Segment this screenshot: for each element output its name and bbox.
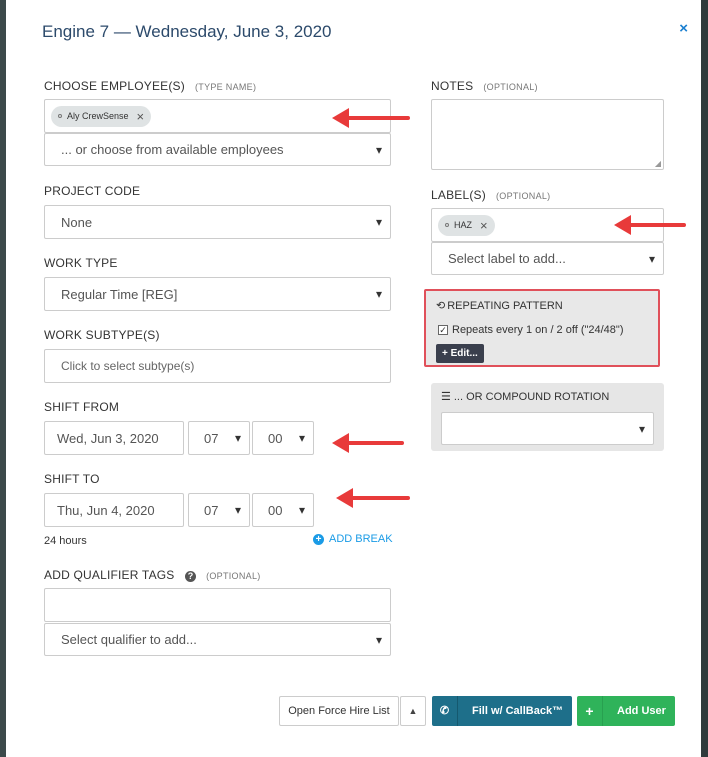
project-code-label: PROJECT CODE (44, 184, 141, 198)
notes-hint: (OPTIONAL) (483, 82, 538, 92)
labels-select-placeholder: Select label to add... (448, 251, 566, 266)
labels-select[interactable]: Select label to add... (431, 242, 664, 275)
work-type-label: WORK TYPE (44, 256, 118, 270)
add-user-button[interactable]: + Add User (577, 696, 675, 726)
help-icon[interactable]: ? (185, 571, 197, 582)
shift-to-minute[interactable]: 00 (252, 493, 314, 527)
red-arrow-employee (332, 107, 410, 129)
work-type-value: Regular Time [REG] (61, 286, 178, 302)
qualifier-hint: (OPTIONAL) (206, 571, 261, 581)
duration-text: 24 hours (44, 535, 87, 547)
notes-label-text: NOTES (431, 79, 474, 93)
plus-icon: + (577, 696, 603, 726)
sliders-icon: ☰ (441, 391, 451, 403)
compound-rotation-title: ☰... OR COMPOUND ROTATION (441, 390, 609, 403)
employees-label-text: CHOOSE EMPLOYEE(S) (44, 79, 185, 93)
repeats-checkbox-row[interactable]: ✓ Repeats every 1 on / 2 off ("24/48") (438, 324, 623, 336)
plus-circle-icon: + (313, 533, 324, 545)
add-user-label: Add User (617, 705, 666, 717)
add-break-link[interactable]: + ADD BREAK (313, 533, 393, 545)
close-icon[interactable]: × (679, 20, 688, 37)
force-hire-toggle[interactable]: ▲ (400, 696, 426, 726)
repeating-pattern-title: ⟲ REPEATING PATTERN (436, 299, 563, 312)
project-code-value: None (61, 214, 93, 230)
force-hire-button[interactable]: Open Force Hire List (279, 696, 399, 726)
modal-title: Engine 7 — Wednesday, June 3, 2020 (42, 22, 332, 41)
red-arrow-label (614, 214, 686, 236)
chip-dot-icon (445, 223, 449, 227)
repeats-checkbox[interactable]: ✓ (438, 325, 448, 335)
repeats-text: Repeats every 1 on / 2 off ("24/48") (452, 324, 624, 336)
shift-to-hour[interactable]: 07 (188, 493, 250, 527)
edit-pattern-button[interactable]: + Edit... (436, 344, 484, 363)
notes-textarea[interactable]: ◢ (431, 99, 664, 170)
compound-rotation-panel: ☰... OR COMPOUND ROTATION (431, 383, 664, 451)
force-hire-label: Open Force Hire List (288, 705, 390, 717)
labels-hint: (OPTIONAL) (495, 191, 551, 201)
shift-to-date[interactable]: Thu, Jun 4, 2020 (44, 493, 184, 527)
employees-label: CHOOSE EMPLOYEE(S) (TYPE NAME) (44, 79, 256, 93)
chip-dot-icon (58, 114, 62, 118)
shift-from-label: SHIFT FROM (44, 400, 120, 414)
callback-label: Fill w/ CallBack™ (472, 705, 564, 717)
resize-handle-icon[interactable]: ◢ (655, 159, 661, 168)
work-subtypes-input[interactable]: Click to select subtype(s) (44, 349, 391, 383)
qualifier-select-placeholder: Select qualifier to add... (61, 632, 197, 647)
shift-from-hour[interactable]: 07 (188, 421, 250, 455)
compound-rotation-title-text: ... OR COMPOUND ROTATION (453, 391, 610, 403)
repeating-pattern-panel: ⟲ REPEATING PATTERN ✓ Repeats every 1 on … (424, 289, 660, 367)
shift-modal: Engine 7 — Wednesday, June 3, 2020 × CHO… (6, 0, 701, 757)
shift-to-hour-value: 07 (204, 502, 219, 518)
shift-from-hour-value: 07 (204, 430, 219, 446)
employee-chip-label: Aly CrewSense (67, 111, 129, 121)
red-arrow-shift-to (336, 487, 410, 509)
work-subtypes-placeholder: Click to select subtype(s) (61, 359, 195, 373)
shift-to-date-value: Thu, Jun 4, 2020 (57, 502, 155, 518)
qualifier-label: ADD QUALIFIER TAGS ? (OPTIONAL) (44, 568, 261, 582)
remove-chip-icon[interactable]: × (480, 218, 488, 233)
labels-label-text: LABEL(S) (431, 188, 486, 202)
employees-hint: (TYPE NAME) (194, 82, 257, 92)
qualifier-input[interactable] (44, 588, 391, 622)
caret-up-icon: ▲ (408, 706, 418, 716)
phone-icon: ✆ (432, 696, 458, 726)
remove-chip-icon[interactable]: × (137, 109, 145, 124)
red-arrow-shift-from (332, 432, 404, 454)
repeating-pattern-title-text: REPEATING PATTERN (447, 300, 563, 312)
notes-label: NOTES (OPTIONAL) (431, 79, 538, 93)
label-chip-label: HAZ (454, 220, 472, 230)
add-break-label: ADD BREAK (329, 533, 393, 545)
project-code-select[interactable]: None (44, 205, 391, 239)
work-type-select[interactable]: Regular Time [REG] (44, 277, 391, 311)
qualifier-select[interactable]: Select qualifier to add... (44, 623, 391, 656)
shift-to-minute-value: 00 (268, 502, 283, 518)
history-icon: ⟲ (436, 300, 446, 312)
shift-from-minute-value: 00 (268, 430, 283, 446)
work-subtypes-label: WORK SUBTYPE(S) (44, 328, 160, 342)
employee-select-placeholder: ... or choose from available employees (61, 142, 284, 157)
labels-label: LABEL(S) (OPTIONAL) (431, 188, 550, 202)
shift-from-date[interactable]: Wed, Jun 3, 2020 (44, 421, 184, 455)
compound-rotation-select[interactable] (441, 412, 654, 445)
shift-from-date-value: Wed, Jun 3, 2020 (57, 430, 159, 446)
qualifier-label-text: ADD QUALIFIER TAGS (44, 568, 175, 582)
employee-select[interactable]: ... or choose from available employees (44, 133, 391, 166)
shift-from-minute[interactable]: 00 (252, 421, 314, 455)
label-chip: HAZ × (438, 214, 495, 236)
callback-button[interactable]: ✆ Fill w/ CallBack™ (432, 696, 572, 726)
shift-to-label: SHIFT TO (44, 472, 100, 486)
employee-chip: Aly CrewSense × (51, 105, 152, 127)
